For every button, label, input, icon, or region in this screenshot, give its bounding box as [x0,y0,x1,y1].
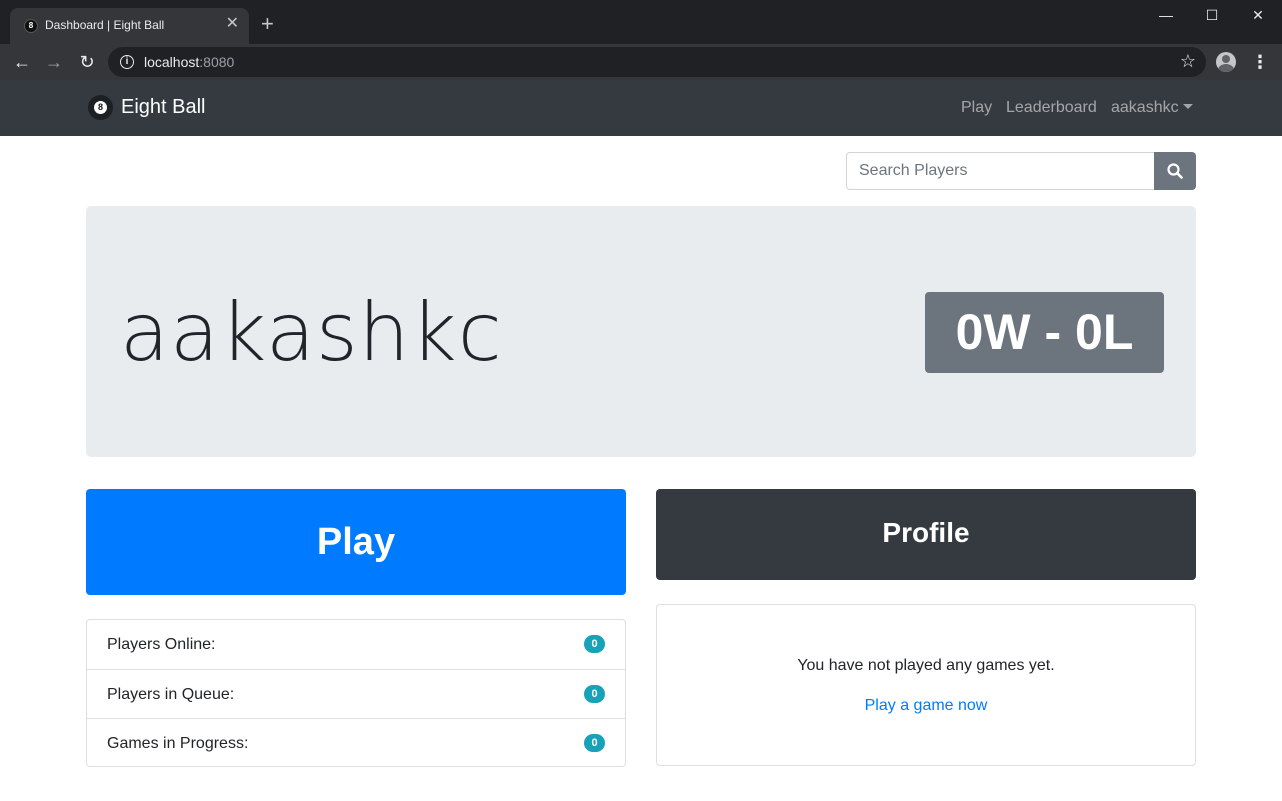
games-in-progress-badge: 0 [584,734,605,752]
list-item: Games in Progress: 0 [87,718,625,767]
profile-avatar-icon[interactable] [1216,52,1236,72]
forward-arrow-icon[interactable]: → [40,48,68,76]
players-online-label: Players Online: [107,636,216,653]
play-button[interactable]: Play [86,489,626,595]
list-item: Players in Queue: 0 [87,669,625,718]
eight-ball-logo-icon[interactable]: 8 [88,95,113,120]
url-host: localhost [144,54,200,70]
profile-button[interactable]: Profile [656,489,1196,580]
url-text: localhost:8080 [144,54,234,70]
players-in-queue-label: Players in Queue: [107,686,235,703]
search-icon [1167,163,1183,179]
win-loss-badge: 0W - 0L [925,292,1164,373]
search-players-input[interactable] [846,152,1155,190]
url-port: :8080 [199,54,235,70]
eight-ball-favicon-icon: 8 [24,19,38,33]
caret-down-icon [1182,104,1193,109]
play-game-link: Play a game now [657,697,1195,715]
app-navbar: 8 Eight Ball Play Leaderboard aakashkc [0,80,1282,136]
brand-name[interactable]: Eight Ball [121,96,206,119]
close-window-icon[interactable]: ✕ [1235,0,1281,30]
back-arrow-icon[interactable]: ← [8,48,36,76]
search-button[interactable] [1154,152,1196,190]
nav-link-play[interactable]: Play [961,99,992,117]
tab-title: Dashboard | Eight Ball [45,18,165,32]
browser-toolbar: ← → ↻ i localhost:8080 ☆ ⋮ [0,44,1282,80]
new-tab-icon[interactable]: + [261,13,274,35]
games-in-progress-label: Games in Progress: [107,735,249,752]
maximize-icon[interactable]: ☐ [1189,0,1235,30]
browser-tab[interactable]: 8 Dashboard | Eight Ball ✕ [10,8,249,44]
user-dropdown-label: aakashkc [1111,99,1179,116]
info-icon[interactable]: i [120,55,134,69]
no-games-message: You have not played any games yet. [797,657,1055,674]
browser-titlebar: 8 Dashboard | Eight Ball ✕ + — ☐ ✕ [0,0,1282,44]
bookmark-star-icon[interactable]: ☆ [1180,51,1196,72]
recent-games-card: You have not played any games yet. Play … [656,604,1196,766]
stats-list: Players Online: 0 Players in Queue: 0 Ga… [86,619,626,767]
nav-link-leaderboard[interactable]: Leaderboard [1006,99,1097,117]
reload-icon[interactable]: ↻ [73,48,101,76]
list-item: Players Online: 0 [87,620,625,669]
tab-close-icon[interactable]: ✕ [226,16,239,32]
play-game-link-text[interactable]: Play a game now [865,697,988,714]
players-online-badge: 0 [584,635,605,653]
user-dropdown[interactable]: aakashkc [1111,99,1193,117]
kebab-menu-icon[interactable]: ⋮ [1250,48,1270,76]
players-in-queue-badge: 0 [584,685,605,703]
address-bar[interactable]: i localhost:8080 ☆ [108,47,1206,77]
minimize-icon[interactable]: — [1143,0,1189,30]
username-heading: aakashkc [120,286,503,379]
profile-jumbotron: aakashkc 0W - 0L [86,206,1196,457]
